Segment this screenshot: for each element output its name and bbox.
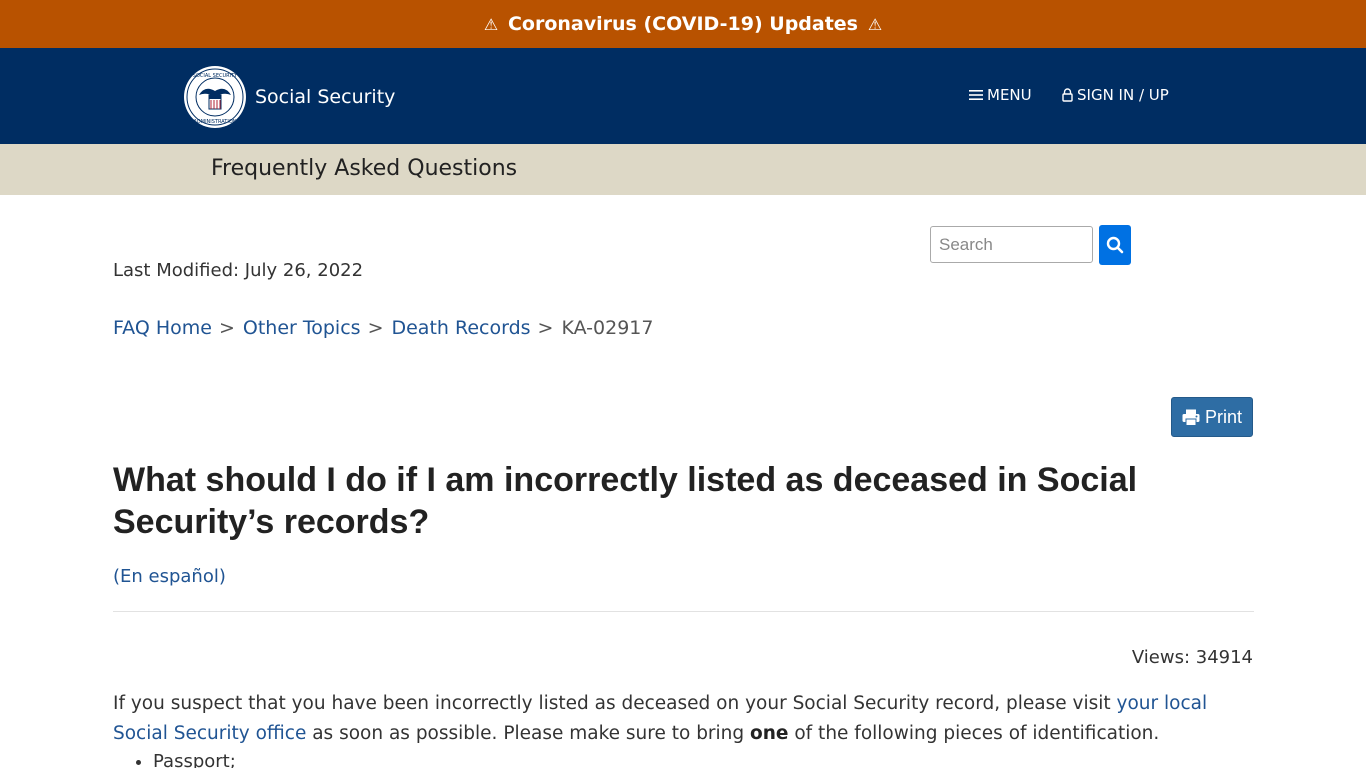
menu-button[interactable]: MENU	[969, 86, 1032, 104]
printer-icon	[1182, 409, 1200, 426]
breadcrumb-faq-home[interactable]: FAQ Home	[113, 317, 212, 339]
intro-text: If you suspect that you have been incorr…	[113, 693, 1117, 714]
article-intro: If you suspect that you have been incorr…	[113, 689, 1213, 749]
breadcrumb-death-records[interactable]: Death Records	[391, 317, 530, 339]
breadcrumb-current-article: KA-02917	[561, 317, 654, 339]
intro-text-continued: as soon as possible. Please make sure to…	[306, 723, 751, 744]
svg-text:SOCIAL SECURITY: SOCIAL SECURITY	[193, 73, 238, 79]
intro-emphasis: one	[750, 723, 789, 744]
last-modified-date: Last Modified: July 26, 2022	[113, 260, 364, 281]
section-banner: Frequently Asked Questions	[0, 144, 1366, 195]
breadcrumb: FAQ Home > Other Topics > Death Records …	[113, 317, 653, 339]
sign-in-label: SIGN IN / UP	[1077, 86, 1169, 104]
list-item: Passport;	[153, 748, 236, 768]
article-title: What should I do if I am incorrectly lis…	[113, 461, 1138, 541]
lock-icon	[1062, 88, 1073, 102]
sign-in-button[interactable]: SIGN IN / UP	[1062, 86, 1169, 104]
covid-alert-banner[interactable]: ⚠ Coronavirus (COVID-19) Updates ⚠	[0, 0, 1366, 48]
intro-text-end: of the following pieces of identificatio…	[788, 723, 1160, 744]
print-button[interactable]: Print	[1171, 397, 1253, 437]
breadcrumb-other-topics[interactable]: Other Topics	[243, 317, 361, 339]
search-input[interactable]	[930, 226, 1093, 263]
covid-alert-text[interactable]: Coronavirus (COVID-19) Updates	[508, 13, 858, 35]
identification-list: Passport;	[133, 748, 236, 768]
divider	[113, 611, 1254, 612]
warning-icon: ⚠	[483, 14, 499, 34]
ssa-seal-icon: SOCIAL SECURITY ADMINISTRATION	[184, 66, 246, 128]
svg-text:ADMINISTRATION: ADMINISTRATION	[193, 119, 236, 125]
view-count: Views: 34914	[1131, 647, 1253, 668]
breadcrumb-separator: >	[218, 317, 235, 339]
search-button[interactable]	[1099, 225, 1131, 265]
brand-name[interactable]: Social Security	[255, 86, 395, 108]
breadcrumb-separator: >	[367, 317, 384, 339]
hamburger-icon	[969, 90, 983, 100]
search-icon	[1106, 236, 1124, 254]
breadcrumb-separator: >	[537, 317, 554, 339]
section-title: Frequently Asked Questions	[211, 156, 518, 181]
print-label: Print	[1204, 406, 1242, 427]
warning-icon: ⚠	[867, 14, 883, 34]
site-header: SOCIAL SECURITY ADMINISTRATION Social Se…	[0, 48, 1366, 144]
menu-label: MENU	[987, 86, 1032, 104]
spanish-version-link[interactable]: (En español)	[113, 566, 226, 587]
home-logo-link[interactable]: SOCIAL SECURITY ADMINISTRATION Social Se…	[183, 65, 395, 129]
